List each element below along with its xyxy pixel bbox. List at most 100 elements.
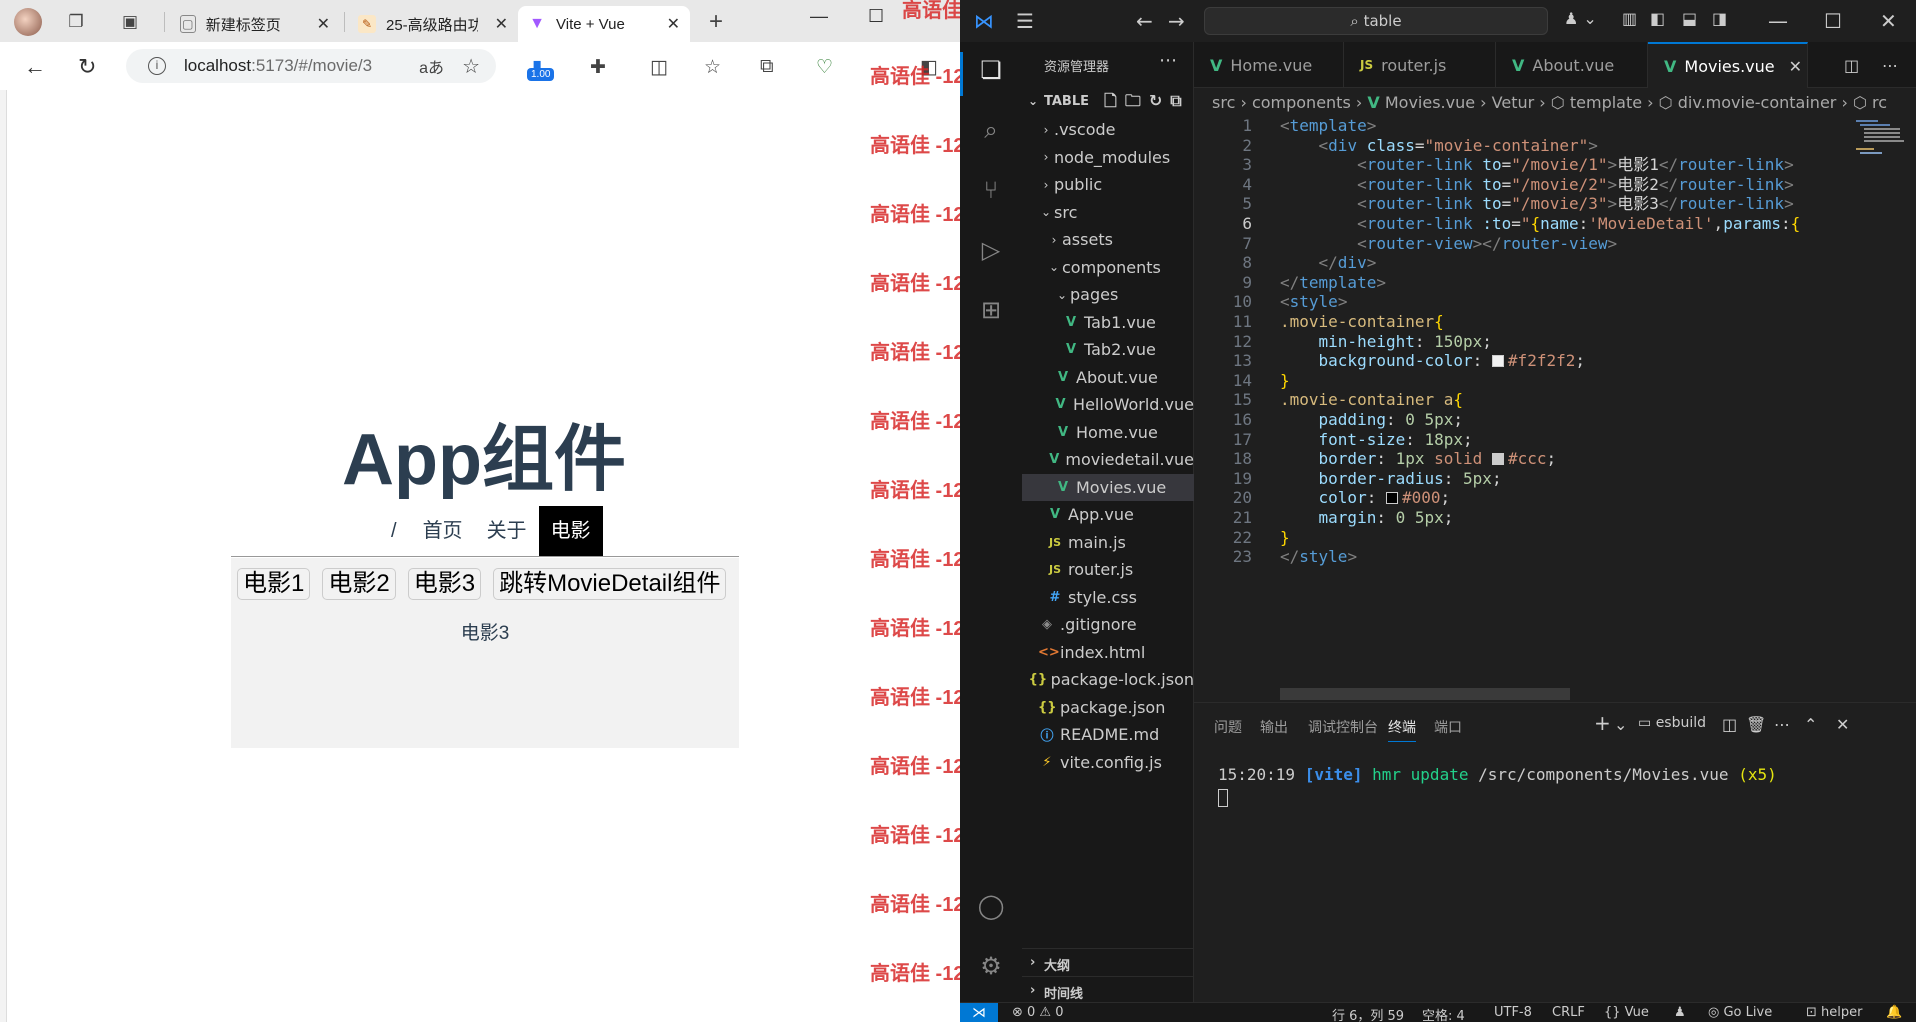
vscode-close-icon[interactable]: ✕ [1880, 9, 1897, 33]
tree-item[interactable]: <> index.html [1022, 639, 1194, 666]
editor-tab-router[interactable]: JS router.js [1344, 42, 1496, 88]
breadcrumb-item[interactable]: rc [1872, 93, 1887, 112]
editor-more-icon[interactable]: ⋯ [1876, 42, 1904, 88]
copilot-status-icon[interactable]: ♟ [1674, 1005, 1686, 1020]
tree-item[interactable]: ⚡ vite.config.js [1022, 749, 1194, 776]
vscode-minimize-icon[interactable]: — [1768, 9, 1788, 33]
settings-gear-icon[interactable]: ⚙ [976, 952, 1006, 982]
problems-status[interactable]: ⊗ 0 ⚠ 0 [1012, 1005, 1064, 1020]
tree-item[interactable]: V About.vue [1022, 364, 1194, 391]
code-line[interactable]: background-color: #f2f2f2; [1280, 349, 1585, 373]
read-aloud-icon[interactable]: aあ [419, 54, 444, 78]
browser-tab-routing[interactable]: ✎ 25-高级路由功能 ✕ [348, 6, 518, 42]
tree-item[interactable]: Vmoviedetail.vue [1022, 446, 1194, 473]
vscode-maximize-icon[interactable]: ☐ [1824, 9, 1842, 33]
back-arrow-icon[interactable]: ← [24, 54, 46, 80]
menu-hamburger-icon[interactable]: ☰ [1016, 9, 1034, 33]
tree-item[interactable]: V Home.vue [1022, 419, 1194, 446]
favorites-icon[interactable]: ☆ [704, 56, 721, 79]
helper-status[interactable]: ⊡ helper [1806, 1005, 1862, 1020]
panel-tab-problems[interactable]: 问题 [1214, 717, 1242, 737]
indent-status[interactable]: 空格: 4 [1422, 1005, 1465, 1022]
explorer-actions[interactable]: 🗋🗀↻⧉ [1104, 90, 1190, 117]
tree-item[interactable]: ⌄ components [1022, 254, 1194, 281]
collections-icon[interactable]: ❐ [66, 12, 86, 32]
browser-tab-vite[interactable]: ▼ Vite + Vue ✕ [518, 6, 690, 42]
tree-item[interactable]: ⓘ README.md [1022, 721, 1194, 748]
search-icon[interactable]: ⌕ [976, 116, 1006, 146]
toggle-sidebar-icon[interactable]: ◧ [1650, 9, 1665, 28]
trash-icon[interactable]: 🗑 [1746, 715, 1766, 734]
close-icon[interactable]: ✕ [1789, 57, 1802, 76]
split-terminal-icon[interactable]: ◫ [1722, 715, 1737, 734]
breadcrumb-item[interactable]: src [1212, 93, 1235, 112]
color-swatch[interactable] [1491, 355, 1504, 368]
tree-item[interactable]: › public [1022, 171, 1194, 198]
nav-link-root[interactable]: / [377, 520, 411, 543]
new-tab-plus-icon[interactable]: + [706, 10, 726, 34]
tree-item[interactable]: › assets [1022, 226, 1194, 253]
close-tab-icon[interactable]: ✕ [307, 14, 330, 34]
favorite-star-icon[interactable]: ☆ [462, 54, 480, 79]
nav-link-movie[interactable]: 电影 [538, 506, 603, 556]
back-nav-icon[interactable]: ← [1136, 9, 1153, 33]
editor-tab-about[interactable]: V About.vue [1496, 42, 1648, 88]
tree-item[interactable]: V Movies.vue [1022, 473, 1194, 501]
url-field[interactable]: i localhost:5173/#/movie/3 aあ ☆ [126, 49, 496, 83]
account-icon[interactable]: ◯ [976, 892, 1006, 922]
movie-link-3[interactable]: 电影3 [407, 568, 482, 600]
breadcrumb-item[interactable]: template [1570, 93, 1642, 112]
editor-tab-home[interactable]: V Home.vue [1194, 42, 1344, 88]
collections-toolbar-icon[interactable]: ⧉ [760, 56, 774, 78]
panel-tab-terminal[interactable]: 终端 [1388, 717, 1416, 742]
toggle-secondary-sidebar-icon[interactable]: ◨ [1712, 9, 1727, 28]
tree-item[interactable]: ⌄ src [1022, 199, 1194, 226]
new-terminal-icon[interactable]: + [1594, 711, 1611, 735]
tab-actions-icon[interactable]: ▣ [120, 12, 140, 32]
toggle-panel-icon[interactable]: ⬓ [1682, 9, 1697, 28]
code-line[interactable]: </style> [1280, 545, 1357, 569]
breadcrumb-item[interactable]: Vetur [1492, 93, 1535, 112]
maximize-panel-icon[interactable]: ⌃ [1804, 715, 1817, 734]
workspace-header[interactable]: ⌄ TABLE 🗋🗀↻⧉ [1022, 90, 1194, 114]
tree-item[interactable]: V HelloWorld.vue [1022, 391, 1194, 418]
split-editor-icon[interactable]: ◫ [1838, 42, 1865, 88]
chevron-down-icon[interactable]: ⌄ [1614, 715, 1627, 734]
panel-tab-debug-console[interactable]: 调试控制台 [1308, 717, 1378, 737]
tree-item[interactable]: V App.vue [1022, 501, 1194, 528]
notifications-bell-icon[interactable]: 🔔 [1886, 1005, 1902, 1020]
eol-status[interactable]: CRLF [1552, 1005, 1585, 1020]
code-line[interactable]: margin: 0 5px; [1280, 506, 1454, 530]
profile-avatar[interactable] [14, 8, 42, 36]
breadcrumb-item[interactable]: Movies.vue [1385, 93, 1475, 112]
breadcrumb-item[interactable]: components [1252, 93, 1351, 112]
source-control-icon[interactable]: ⑂ [976, 176, 1006, 206]
close-tab-icon[interactable]: ✕ [485, 14, 508, 34]
cursor-position-status[interactable]: 行 6，列 59 [1332, 1005, 1404, 1022]
browser-tab-newtab[interactable]: ▢ 新建标签页 ✕ [170, 6, 340, 42]
minimize-icon[interactable]: — [810, 6, 828, 27]
movie-link-2[interactable]: 电影2 [322, 568, 396, 600]
breadcrumb-item[interactable]: div.movie-container [1678, 93, 1837, 112]
tree-item[interactable]: V Tab2.vue [1022, 336, 1194, 363]
horizontal-scrollbar[interactable] [1280, 688, 1570, 700]
tree-item[interactable]: › node_modules [1022, 144, 1194, 171]
command-center-search[interactable]: ⌕ table [1204, 7, 1548, 35]
encoding-status[interactable]: UTF-8 [1494, 1005, 1532, 1020]
extensions-puzzle-icon[interactable]: ✚ [590, 56, 606, 79]
timeline-section[interactable]: › 时间线 [1022, 976, 1194, 1004]
explorer-files-icon[interactable]: ❏ [976, 56, 1006, 86]
tree-item[interactable]: ◈ .gitignore [1022, 611, 1194, 638]
movie-link-1[interactable]: 电影1 [237, 568, 311, 600]
close-panel-icon[interactable]: ✕ [1836, 715, 1849, 734]
tree-item[interactable]: JS router.js [1022, 556, 1194, 583]
more-icon[interactable]: ⋯ [1774, 715, 1790, 734]
site-info-icon[interactable]: i [148, 57, 166, 75]
nav-link-about[interactable]: 关于 [475, 506, 539, 556]
tree-item[interactable]: › .vscode [1022, 116, 1194, 143]
split-screen-icon[interactable]: ◫ [650, 56, 668, 79]
minimap[interactable] [1852, 114, 1908, 174]
terminal-instance[interactable]: ▭ esbuild [1638, 715, 1706, 731]
tree-item[interactable]: {} package-lock.json [1022, 666, 1194, 693]
tree-item[interactable]: JS main.js [1022, 529, 1194, 556]
